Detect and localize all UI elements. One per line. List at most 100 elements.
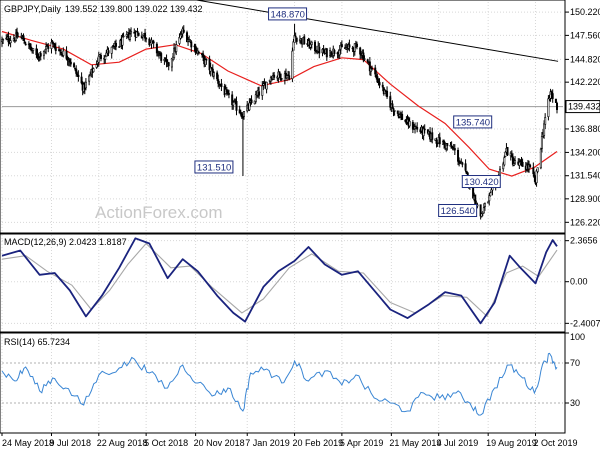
candle-body [156, 52, 159, 54]
candle-body [80, 76, 83, 84]
price-y-tick-label: 131.540 [570, 171, 600, 181]
candle-body [145, 37, 148, 40]
candle-body [480, 213, 483, 217]
candle-body [73, 63, 76, 68]
candle-body [506, 147, 509, 156]
annotation-callout: 135.740 [453, 115, 493, 129]
candle-body [17, 35, 20, 38]
price-y-tick-label: 144.820 [570, 54, 600, 64]
candle-body [273, 74, 276, 78]
candle-body [461, 162, 464, 165]
candle-body [265, 81, 268, 90]
price-y-tick-label: 126.220 [570, 217, 600, 227]
candle-body [212, 72, 215, 77]
candle-body [84, 81, 87, 89]
price-y-axis: 150.220 147.560 144.820 142.220 139.432 136.8… [565, 7, 600, 227]
macd-y-tick-label: 2.3656 [570, 236, 598, 246]
annotation-callout: 148.870 [268, 7, 308, 20]
candle-body [258, 91, 261, 96]
candle-body [89, 74, 92, 77]
candle-body [217, 79, 220, 84]
candle-body [76, 73, 79, 75]
candle-body [411, 122, 414, 130]
macd-title: MACD(12,26,9) 2.0423 1.8187 [4, 237, 127, 247]
candle-body [355, 43, 358, 47]
candle-body [340, 44, 343, 48]
candle-body [59, 49, 62, 52]
candle-body [205, 59, 208, 61]
candle-body [325, 48, 328, 58]
candle-body [24, 43, 27, 46]
candle-body [498, 168, 501, 176]
price-title: GBPJPY,Daily 139.552 139.800 139.022 139.… [4, 4, 203, 14]
candle-body [54, 47, 57, 51]
macd-panel: MACD(12,26,9) 2.0423 1.8187 2.3656 0.00 -2… [0, 233, 600, 333]
candle-body [240, 113, 243, 118]
candle-body [555, 102, 558, 110]
candle-body [137, 32, 140, 36]
macd-panel-frame [0, 233, 566, 333]
candle-body [39, 53, 42, 57]
candle-body [261, 85, 264, 96]
candle-body [248, 102, 251, 111]
candle-body [216, 72, 219, 80]
candle-body [348, 44, 351, 48]
candle-body [175, 44, 178, 52]
candle-body [313, 41, 316, 52]
annotation-callout: 131.510 [194, 160, 234, 174]
candle-body [503, 157, 506, 166]
candle-body [75, 68, 78, 74]
candle-body [393, 110, 396, 112]
candle-body [504, 151, 507, 157]
candle-body [488, 195, 491, 202]
candle-body [443, 140, 446, 145]
price-y-tick-label: 134.200 [570, 147, 600, 157]
candle-body [280, 78, 283, 80]
candle-body [155, 43, 158, 54]
candle-body [529, 164, 532, 168]
candle-body [540, 135, 543, 149]
x-tick-label: 20 Feb 2019 [293, 438, 344, 448]
candle-body [291, 50, 294, 79]
candle-body [458, 160, 461, 163]
candle-body [250, 99, 253, 104]
rsi-title: RSI(14) 65.7234 [4, 337, 70, 347]
candle-body [53, 44, 56, 48]
candle-body [512, 163, 515, 166]
candle-body [401, 113, 404, 120]
candle-body [52, 42, 55, 45]
x-tick-label: 5 Apr 2019 [340, 438, 384, 448]
macd-y-tick-label: -2.4007 [570, 318, 600, 328]
candle-body [336, 52, 339, 55]
candle-body [243, 111, 246, 117]
candle-body [95, 64, 98, 68]
candle-body [547, 98, 550, 117]
candle-body [551, 93, 554, 99]
price-y-tick-label: 150.220 [570, 7, 600, 17]
candle-body [128, 33, 131, 40]
candle-body [381, 84, 384, 88]
x-tick-label: 5 Oct 2018 [144, 438, 188, 448]
annotation-label: 130.420 [464, 177, 498, 188]
candle-body [22, 35, 25, 41]
annotation-label: 148.870 [271, 9, 305, 20]
rsi-y-axis: 100 70 30 [565, 332, 585, 408]
candle-body [288, 75, 291, 80]
candle-body [303, 36, 306, 45]
candle-body [310, 41, 313, 45]
rsi-y-tick-label: 100 [570, 332, 585, 342]
candle-body [539, 148, 542, 169]
candle-body [44, 49, 47, 53]
candle-body [121, 36, 124, 46]
candle-body [532, 167, 535, 175]
candle-body [88, 75, 91, 82]
candle-body [366, 59, 369, 62]
candle-body [28, 43, 31, 48]
annotation-callout: 130.420 [461, 175, 501, 189]
watermark: ActionForex.com [95, 203, 223, 222]
price-panel: ActionForex.com 148.870 131.510 135.740 130… [0, 0, 600, 234]
candle-body [554, 98, 557, 103]
candle-body [459, 162, 462, 165]
candle-body [514, 160, 517, 164]
annotation-label: 135.740 [456, 117, 490, 128]
